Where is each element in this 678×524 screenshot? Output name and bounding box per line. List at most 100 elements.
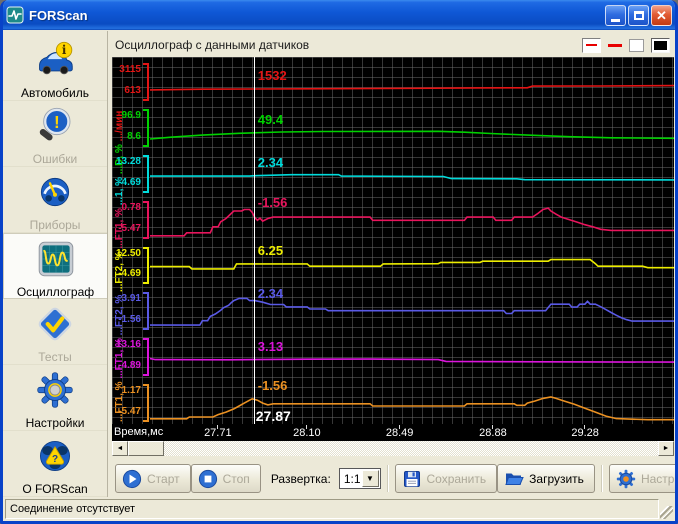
scope-plot[interactable]: ...FT1, % ...FT1, % ...FT2, % ...FT2, % … bbox=[112, 57, 674, 424]
display-options bbox=[582, 37, 670, 53]
sidebar-item-label: Осциллограф bbox=[16, 285, 95, 299]
x-tick-label: 29.28 bbox=[571, 427, 599, 439]
sidebar-item-about[interactable]: ? О FORScan bbox=[3, 431, 107, 497]
oscilloscope-icon bbox=[4, 239, 107, 283]
sidebar-item-settings[interactable]: Настройки bbox=[3, 365, 107, 431]
status-text: Соединение отсутствует bbox=[10, 503, 136, 515]
resize-grip[interactable] bbox=[660, 506, 673, 519]
minimize-icon bbox=[611, 18, 620, 22]
time-axis-label: Время,мс bbox=[114, 426, 164, 438]
scroll-track[interactable] bbox=[164, 441, 658, 456]
scale-max-label: 3115 bbox=[119, 64, 141, 75]
chevron-down-icon[interactable]: ▼ bbox=[361, 470, 379, 487]
floppy-icon bbox=[403, 470, 420, 487]
toolbar-separator bbox=[600, 465, 603, 492]
scale-max-label: 12.50 bbox=[115, 247, 141, 259]
sidebar-item-errors[interactable]: ! Ошибки bbox=[3, 101, 107, 167]
sidebar-item-label: Автомобиль bbox=[21, 86, 89, 100]
forscan-window: FORScan ✕ i Автомобиль ! Ошибки Приборы bbox=[0, 0, 678, 524]
cursor-value-label: 49.4 bbox=[257, 111, 284, 127]
statusbar: Соединение отсутствует bbox=[3, 497, 675, 521]
sidebar-item-vehicle[interactable]: i Автомобиль bbox=[3, 35, 107, 101]
scroll-right-button[interactable]: ► bbox=[658, 441, 674, 456]
trace-0 bbox=[150, 84, 674, 91]
svg-text:!: ! bbox=[54, 112, 60, 132]
scale-min-label: 8.6 bbox=[127, 130, 141, 142]
sweep-select[interactable]: 1:1 ▼ bbox=[338, 468, 381, 489]
black-fill-icon bbox=[654, 40, 667, 50]
forscan-app-icon bbox=[6, 6, 24, 24]
trace-2 bbox=[150, 173, 674, 181]
sidebar-item-label: Настройки bbox=[25, 416, 85, 430]
trace-3 bbox=[150, 207, 674, 237]
scale-bracket bbox=[143, 63, 149, 101]
cursor-value-label: 2.34 bbox=[257, 154, 284, 170]
scale-min-label: 613 bbox=[124, 84, 141, 96]
scale-min-label: -4.69 bbox=[118, 268, 141, 280]
sidebar-item-label: Тесты bbox=[38, 350, 72, 364]
maximize-button[interactable] bbox=[628, 4, 649, 26]
sweep-label: Развертка: bbox=[270, 471, 331, 486]
car-info-icon: i bbox=[3, 40, 107, 84]
time-cursor[interactable] bbox=[253, 57, 255, 424]
gear-icon bbox=[3, 370, 107, 414]
scale-bracket bbox=[143, 108, 149, 147]
sweep-value: 1:1 bbox=[343, 471, 361, 486]
trace-5 bbox=[150, 297, 674, 326]
trace-6 bbox=[150, 357, 674, 363]
stop-button[interactable]: Стоп bbox=[190, 464, 261, 493]
scale-bracket bbox=[143, 338, 149, 377]
trace-1 bbox=[150, 130, 674, 140]
save-button[interactable]: Сохранить bbox=[394, 464, 498, 493]
oscilloscope-display[interactable]: ...FT1, % ...FT1, % ...FT2, % ...FT2, % … bbox=[112, 57, 674, 441]
cursor-value-label: 3.13 bbox=[257, 338, 284, 354]
x-tick-label: 28.10 bbox=[293, 427, 321, 439]
background-black-button[interactable] bbox=[651, 37, 670, 53]
folder-icon bbox=[505, 473, 524, 485]
sidebar-item-tests[interactable]: Тесты bbox=[3, 299, 107, 365]
magnifier-exclamation-icon: ! bbox=[3, 106, 107, 150]
load-button[interactable]: Загрузить bbox=[497, 464, 595, 493]
sidebar-item-oscilloscope[interactable]: Осциллограф bbox=[3, 233, 107, 299]
sidebar: i Автомобиль ! Ошибки Приборы Осциллогра… bbox=[3, 31, 108, 497]
scale-min-label: -4.69 bbox=[118, 176, 141, 188]
scale-max-label: 3.91 bbox=[121, 293, 141, 305]
sidebar-item-gauges[interactable]: Приборы bbox=[3, 167, 107, 233]
close-button[interactable]: ✕ bbox=[651, 4, 672, 26]
svg-text:i: i bbox=[62, 43, 67, 57]
cursor-value-label: -1.56 bbox=[257, 378, 288, 394]
scope-settings-button[interactable]: Настройка bbox=[608, 464, 675, 493]
sidebar-item-label: Ошибки bbox=[32, 152, 78, 166]
line-style-button[interactable] bbox=[582, 37, 601, 53]
cursor-value-label: 6.25 bbox=[257, 242, 284, 258]
cursor-time-label: 27.87 bbox=[255, 408, 291, 424]
close-icon: ✕ bbox=[656, 7, 667, 23]
maximize-icon bbox=[633, 10, 644, 20]
line-width-sample bbox=[608, 43, 622, 47]
minimize-button[interactable] bbox=[605, 4, 626, 26]
trace-4 bbox=[150, 258, 674, 270]
x-tick-label: 28.49 bbox=[385, 427, 414, 439]
diamond-check-icon bbox=[3, 304, 107, 348]
cursor-value-label: 1532 bbox=[257, 68, 287, 84]
scale-min-label: -5.47 bbox=[118, 222, 141, 234]
scale-min-label: -4.89 bbox=[118, 360, 141, 372]
time-axis: Время,мс 27.71 28.10 28.49 28.88 29.28 bbox=[112, 424, 674, 441]
sidebar-item-label: О FORScan bbox=[22, 482, 88, 496]
scroll-left-button[interactable]: ◄ bbox=[112, 441, 128, 456]
background-white-button[interactable] bbox=[629, 38, 644, 52]
scale-min-label: -1.56 bbox=[118, 314, 141, 326]
scale-max-label: 96.9 bbox=[121, 109, 141, 121]
svg-text:?: ? bbox=[52, 454, 58, 465]
scope-toolbar: Старт Стоп Развертка: 1:1 ▼ Сохранить За… bbox=[111, 460, 675, 497]
scroll-thumb[interactable] bbox=[128, 441, 164, 456]
trace-7 bbox=[150, 396, 674, 421]
scale-max-label: 0.78 bbox=[121, 201, 141, 213]
start-button[interactable]: Старт bbox=[115, 464, 191, 493]
scale-max-label: 13.16 bbox=[115, 339, 141, 351]
horizontal-scrollbar[interactable]: ◄ ► bbox=[112, 441, 674, 456]
toolbar-separator bbox=[386, 465, 389, 492]
sidebar-item-label: Приборы bbox=[29, 218, 81, 232]
scale-bracket bbox=[143, 384, 149, 422]
play-icon bbox=[122, 469, 142, 488]
